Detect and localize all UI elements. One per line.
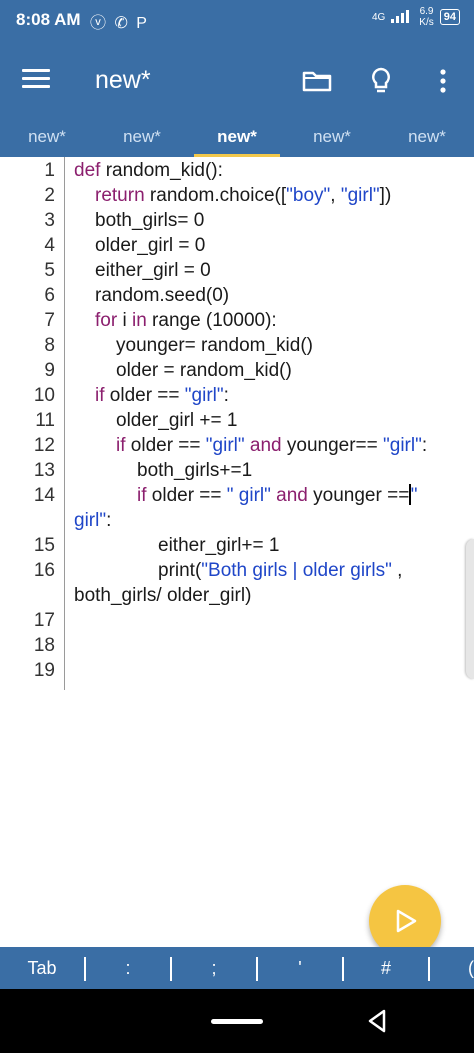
tab-1[interactable]: new* xyxy=(0,119,94,157)
code-line: both_girls= 0 xyxy=(95,210,205,231)
code-line: for i in range (10000): xyxy=(95,310,277,331)
code-line: older = random_kid() xyxy=(116,360,292,381)
code-line: both_girls+=1 xyxy=(137,460,253,481)
line-number: 18 xyxy=(33,635,55,656)
file-tabs: new* new* new* new* new* xyxy=(0,119,474,157)
tab-5[interactable]: new* xyxy=(380,119,474,157)
code-line: older_girl = 0 xyxy=(95,235,206,256)
system-nav-bar xyxy=(0,989,474,1053)
lightbulb-icon[interactable] xyxy=(364,64,398,98)
home-handle[interactable] xyxy=(211,1019,263,1024)
line-number: 6 xyxy=(44,285,55,306)
network-speed: 6.9 K/s xyxy=(419,6,433,28)
speed-unit: K/s xyxy=(419,17,434,28)
key-apostrophe[interactable]: ' xyxy=(258,947,342,989)
key-tab[interactable]: Tab xyxy=(0,947,84,989)
signal-icon xyxy=(391,9,413,26)
code-line: either_girl = 0 xyxy=(95,260,211,281)
tab-4[interactable]: new* xyxy=(285,119,379,157)
code-line-wrap: both_girls/ older_girl) xyxy=(74,585,252,606)
code-line: return random.choice(["boy", "girl"]) xyxy=(95,185,392,206)
battery-indicator: 94 xyxy=(439,9,460,25)
hamburger-menu-icon[interactable] xyxy=(22,69,50,89)
tab-3-active[interactable]: new* xyxy=(190,119,284,157)
speed-value: 6.9 xyxy=(419,6,434,17)
code-line-wrap: girl": xyxy=(74,510,112,531)
line-number: 11 xyxy=(35,410,55,431)
document-title: new* xyxy=(95,66,151,94)
scroll-handle[interactable] xyxy=(466,539,474,679)
line-number: 12 xyxy=(33,435,55,456)
line-number: 2 xyxy=(44,185,55,206)
status-bar: 8:08 AM ⓥ ✆ P 4G 6.9 K/s 94 xyxy=(0,0,474,42)
code-line: either_girl+= 1 xyxy=(158,535,280,556)
code-line: def random_kid(): xyxy=(74,160,223,181)
code-line: random.seed(0) xyxy=(95,285,230,306)
code-line: if older == "girl" and younger== "girl": xyxy=(116,435,428,456)
code-editor[interactable]: 1 2 3 4 5 6 7 8 9 10 11 12 13 14 15 16 1… xyxy=(0,157,474,947)
network-type: 4G xyxy=(371,11,386,23)
more-options-icon[interactable] xyxy=(426,64,460,98)
line-number: 14 xyxy=(33,485,55,506)
line-number: 3 xyxy=(44,210,55,231)
app-toolbar: new* xyxy=(0,42,474,119)
line-number: 17 xyxy=(33,610,55,631)
line-number: 4 xyxy=(44,235,55,256)
notification-icons: ⓥ ✆ P xyxy=(90,15,149,32)
line-number: 10 xyxy=(33,385,55,406)
line-number: 15 xyxy=(33,535,55,556)
key-hash[interactable]: # xyxy=(344,947,428,989)
code-line: print("Both girls | older girls" , xyxy=(158,560,403,581)
line-number: 19 xyxy=(33,660,55,681)
line-number: 9 xyxy=(44,360,55,381)
code-line: younger= random_kid() xyxy=(116,335,313,356)
line-number: 5 xyxy=(44,260,55,281)
gutter-divider xyxy=(64,157,65,690)
play-icon xyxy=(396,909,417,933)
line-number: 16 xyxy=(33,560,55,581)
line-number: 8 xyxy=(44,335,55,356)
tab-2[interactable]: new* xyxy=(95,119,189,157)
key-colon[interactable]: : xyxy=(86,947,170,989)
line-number: 7 xyxy=(44,310,55,331)
status-right: 4G 6.9 K/s 94 xyxy=(372,6,460,28)
symbol-key-bar: Tab : ; ' # ( xyxy=(0,947,474,989)
status-time: 8:08 AM xyxy=(16,10,81,29)
code-line: if older == " girl" and younger ==" xyxy=(137,484,418,506)
back-icon[interactable] xyxy=(364,1007,392,1035)
key-open-paren[interactable]: ( xyxy=(430,947,474,989)
line-number: 13 xyxy=(33,460,55,481)
line-number: 1 xyxy=(44,160,55,181)
code-line: if older == "girl": xyxy=(95,385,229,406)
key-semicolon[interactable]: ; xyxy=(172,947,256,989)
code-line: older_girl += 1 xyxy=(116,410,238,431)
folder-icon[interactable] xyxy=(300,64,334,98)
